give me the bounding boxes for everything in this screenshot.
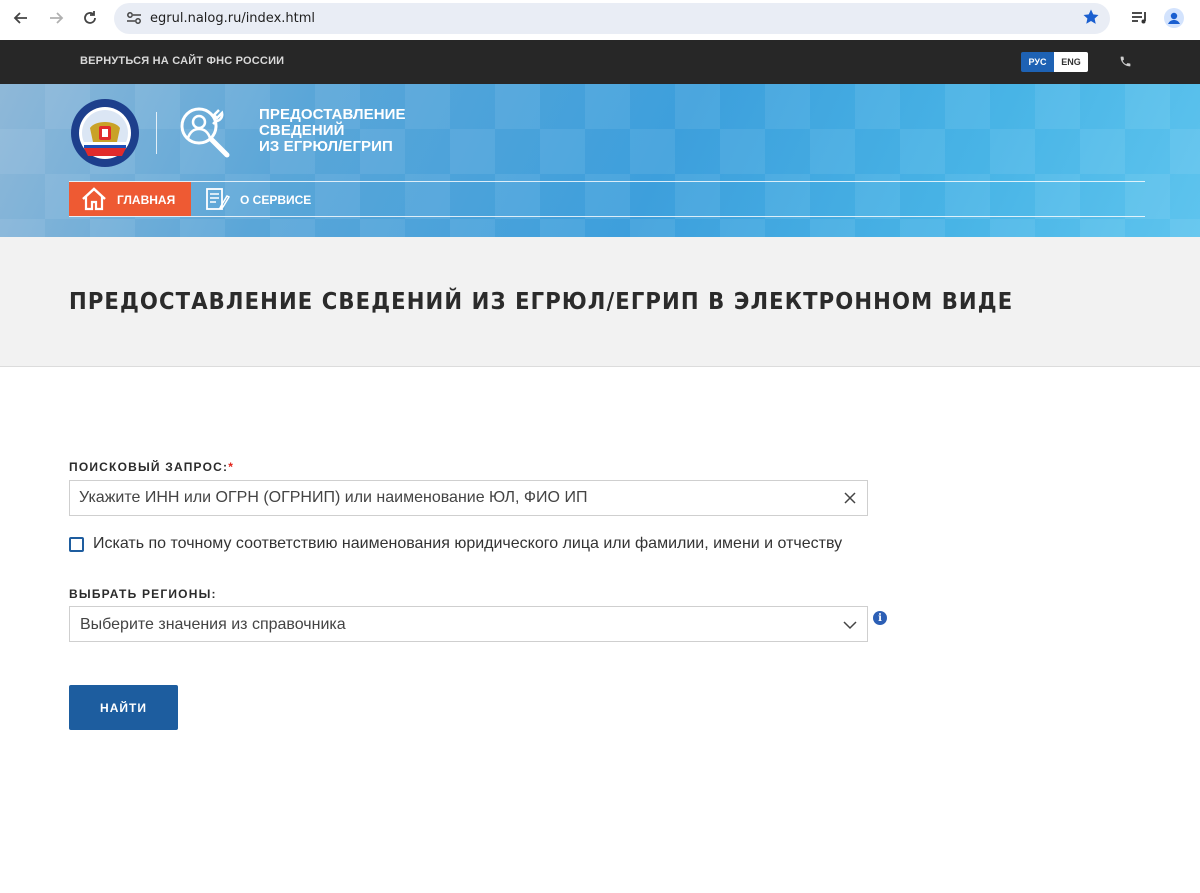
- bookmark-star-icon[interactable]: [1082, 8, 1100, 31]
- nav-divider-top: [69, 181, 1145, 182]
- info-icon[interactable]: i: [873, 611, 887, 625]
- regions-select[interactable]: Выберите значения из справочника: [69, 606, 868, 642]
- chevron-down-icon[interactable]: [842, 617, 858, 638]
- clear-icon[interactable]: [842, 490, 858, 511]
- profile-avatar-icon[interactable]: [1163, 7, 1185, 29]
- address-bar[interactable]: egrul.nalog.ru/index.html: [114, 3, 1110, 34]
- search-label: ПОИСКОВЫЙ ЗАПРОС:*: [69, 460, 235, 474]
- nav-divider-bottom: [69, 216, 1145, 217]
- exact-match-checkbox[interactable]: [69, 537, 84, 552]
- home-icon: [81, 186, 107, 217]
- back-arrow-icon[interactable]: [10, 7, 32, 29]
- lang-rus-button[interactable]: РУС: [1021, 52, 1054, 72]
- nav-about-label: О СЕРВИСЕ: [240, 193, 312, 207]
- search-wrench-icon: [175, 102, 237, 164]
- page-title: ПРЕДОСТАВЛЕНИЕ СВЕДЕНИЙ ИЗ ЕГРЮЛ/ЕГРИП В…: [69, 289, 1014, 315]
- fns-emblem-logo[interactable]: [70, 98, 140, 168]
- reload-icon[interactable]: [79, 7, 101, 29]
- media-queue-icon[interactable]: [1129, 7, 1151, 29]
- search-input[interactable]: [70, 481, 830, 515]
- browser-toolbar: egrul.nalog.ru/index.html: [0, 0, 1200, 40]
- back-to-fns-link[interactable]: ВЕРНУТЬСЯ НА САЙТ ФНС РОССИИ: [80, 55, 284, 67]
- regions-select-value: Выберите значения из справочника: [80, 616, 346, 633]
- service-title: ПРЕДОСТАВЛЕНИЕ СВЕДЕНИЙ ИЗ ЕГРЮЛ/ЕГРИП: [259, 106, 406, 155]
- header-divider: [156, 112, 157, 154]
- document-pen-icon: [204, 186, 231, 217]
- site-topbar: ВЕРНУТЬСЯ НА САЙТ ФНС РОССИИ: [0, 40, 1200, 84]
- nav-home-label: ГЛАВНАЯ: [117, 193, 176, 207]
- page-title-section: ПРЕДОСТАВЛЕНИЕ СВЕДЕНИЙ ИЗ ЕГРЮЛ/ЕГРИП В…: [0, 237, 1200, 367]
- regions-label: ВЫБРАТЬ РЕГИОНЫ:: [69, 587, 217, 601]
- forward-arrow-icon[interactable]: [45, 7, 67, 29]
- header-banner: ПРЕДОСТАВЛЕНИЕ СВЕДЕНИЙ ИЗ ЕГРЮЛ/ЕГРИП Г…: [0, 84, 1200, 237]
- site-settings-icon[interactable]: [126, 11, 142, 30]
- address-url: egrul.nalog.ru/index.html: [150, 11, 316, 26]
- search-field[interactable]: [69, 480, 868, 516]
- find-button[interactable]: НАЙТИ: [69, 685, 178, 730]
- lang-eng-button[interactable]: ENG: [1054, 52, 1088, 72]
- nav-home-tab[interactable]: ГЛАВНАЯ: [69, 182, 191, 216]
- required-mark: *: [228, 460, 235, 474]
- phone-icon[interactable]: [1119, 55, 1132, 73]
- exact-match-label[interactable]: Искать по точному соответствию наименова…: [93, 535, 842, 553]
